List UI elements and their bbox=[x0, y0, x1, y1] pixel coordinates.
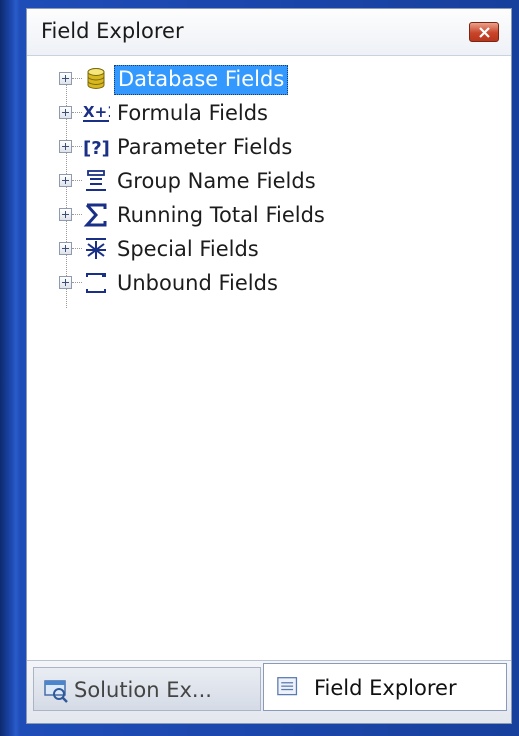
parameter-icon: [?] bbox=[83, 138, 110, 159]
expand-icon[interactable] bbox=[59, 106, 72, 119]
solution-explorer-icon bbox=[44, 680, 68, 703]
expand-icon[interactable] bbox=[59, 242, 72, 255]
expand-icon[interactable] bbox=[59, 140, 72, 153]
svg-text:X+1: X+1 bbox=[83, 103, 110, 121]
field-tree: Database Fields X+1 Formula Fields [?] P… bbox=[27, 56, 511, 661]
tree-item-parameter-fields[interactable]: [?] Parameter Fields bbox=[59, 130, 479, 164]
unbound-fields-icon bbox=[86, 273, 106, 293]
svg-text:[?]: [?] bbox=[83, 138, 110, 159]
tree-item-group-name-fields[interactable]: Group Name Fields bbox=[59, 164, 479, 198]
tree-item-label: Parameter Fields bbox=[117, 135, 293, 159]
tree-item-unbound-fields[interactable]: Unbound Fields bbox=[59, 266, 479, 300]
tree-item-formula-fields[interactable]: X+1 Formula Fields bbox=[59, 96, 479, 130]
panel-tab-bar: Solution Ex... Field Explorer bbox=[27, 660, 511, 723]
close-icon bbox=[479, 27, 490, 38]
expand-icon[interactable] bbox=[59, 72, 72, 85]
tree-item-running-total-fields[interactable]: Running Total Fields bbox=[59, 198, 479, 232]
tree-item-label: Special Fields bbox=[117, 237, 259, 261]
tree-item-label: Unbound Fields bbox=[117, 271, 278, 295]
tree-item-label: Database Fields bbox=[114, 65, 289, 95]
tree-item-label: Group Name Fields bbox=[117, 169, 316, 193]
database-icon bbox=[87, 68, 105, 89]
expand-icon[interactable] bbox=[59, 208, 72, 221]
running-total-icon bbox=[83, 203, 107, 227]
special-fields-icon bbox=[86, 238, 106, 259]
tree-item-database-fields[interactable]: Database Fields bbox=[59, 62, 479, 96]
panel-titlebar: Field Explorer bbox=[27, 9, 511, 56]
tree-item-label: Formula Fields bbox=[117, 101, 268, 125]
tab-label: Solution Ex... bbox=[74, 678, 212, 702]
expand-icon[interactable] bbox=[59, 276, 72, 289]
close-button[interactable] bbox=[469, 22, 499, 42]
expand-icon[interactable] bbox=[59, 174, 72, 187]
group-name-icon bbox=[86, 170, 106, 191]
formula-icon: X+1 bbox=[83, 103, 110, 122]
tree-item-special-fields[interactable]: Special Fields bbox=[59, 232, 479, 266]
tree-item-label: Running Total Fields bbox=[117, 203, 325, 227]
tab-label: Field Explorer bbox=[314, 676, 457, 700]
tab-field-explorer[interactable]: Field Explorer bbox=[263, 663, 507, 711]
field-explorer-icon bbox=[277, 677, 298, 696]
panel-title: Field Explorer bbox=[41, 19, 184, 43]
field-explorer-panel: Field Explorer Database Fields X+ Formul… bbox=[26, 8, 512, 724]
tab-solution-explorer[interactable]: Solution Ex... bbox=[33, 667, 261, 711]
